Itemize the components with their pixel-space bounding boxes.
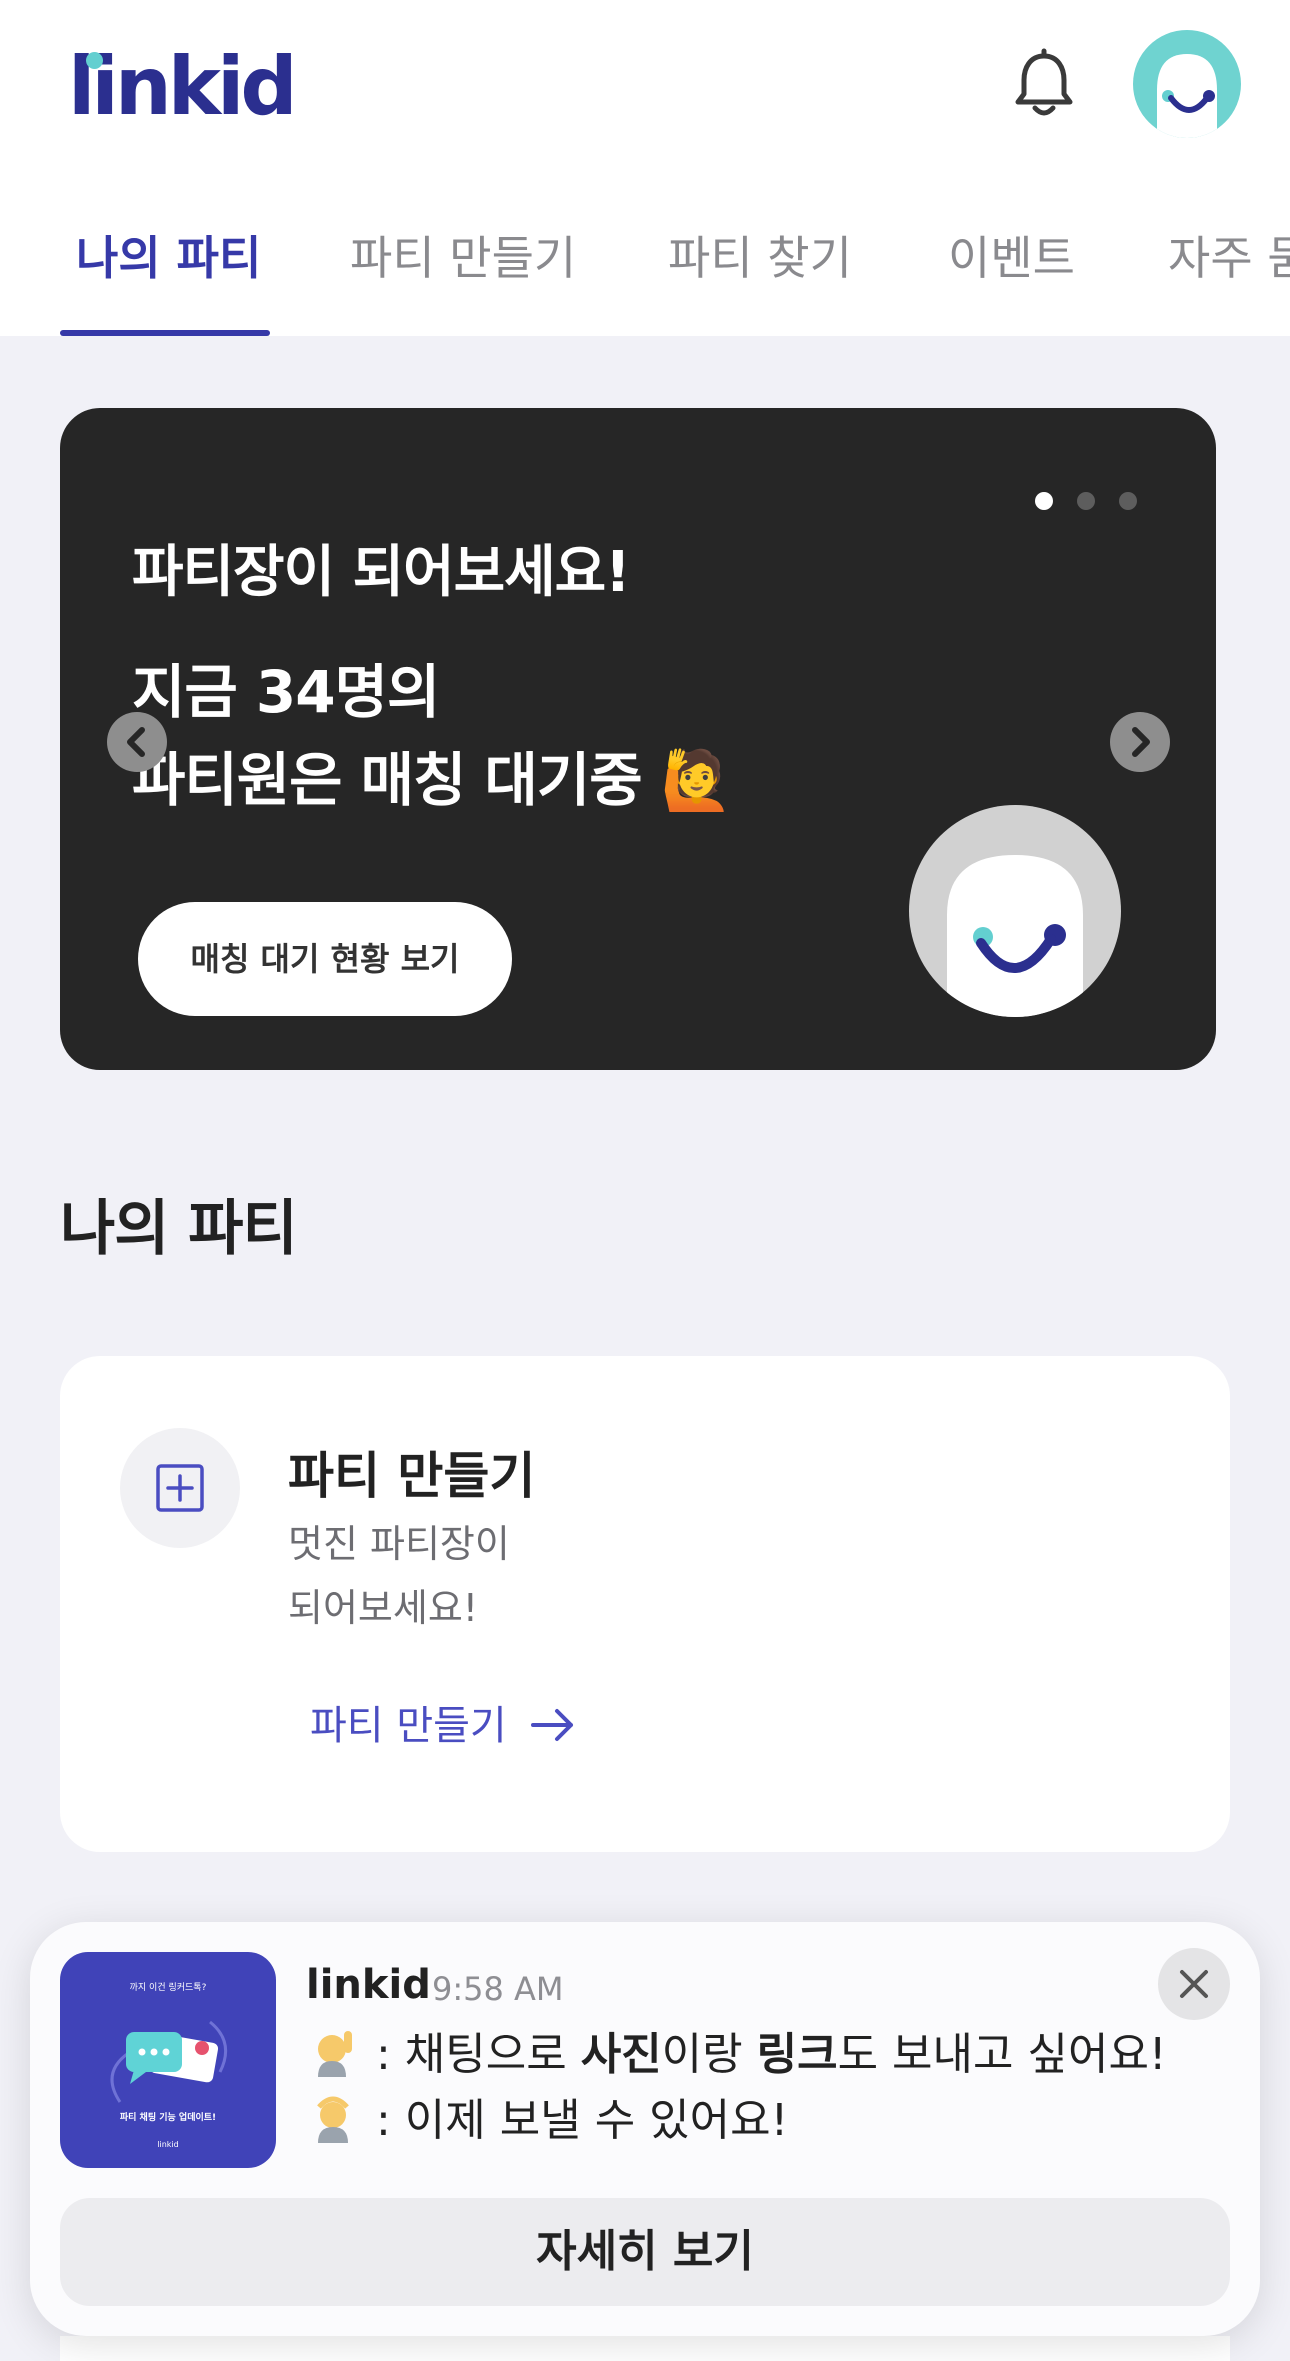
carousel-dot-active[interactable] [1035, 492, 1053, 510]
close-icon [1180, 1970, 1208, 1998]
mascot-icon [1157, 54, 1217, 138]
tab-find-party[interactable]: 파티 찾기 [668, 228, 852, 288]
ok-gesture-emoji-icon [317, 2096, 349, 2143]
banner-title: 파티장이 되어보세요! [132, 540, 631, 605]
raising-hand-emoji-icon [318, 2031, 352, 2077]
arrow-right-icon [531, 1709, 574, 1741]
chevron-left-icon [127, 727, 145, 757]
create-party-title: 파티 만들기 [288, 1447, 536, 1505]
message-text: 이랑 [661, 2029, 757, 2080]
notification-message-line: : 채팅으로 사진이랑 링크도 보내고 싶어요! [310, 2022, 1167, 2088]
carousel-dots [1035, 492, 1161, 514]
thumb-caption: 파티 채팅 기능 업데이트! [119, 2113, 217, 2123]
create-party-card[interactable]: 파티 만들기 멋진 파티장이 되어보세요! 파티 만들기 [60, 1356, 1230, 1852]
message-text: : 채팅으로 [362, 2029, 581, 2080]
close-notification-button[interactable] [1158, 1948, 1230, 2020]
create-party-link[interactable]: 파티 만들기 [310, 1696, 577, 1756]
promo-banner[interactable]: 파티장이 되어보세요! 지금 34명의 파티원은 매칭 대기중 🙋 매칭 대기 … [60, 408, 1216, 1070]
carousel-next-button[interactable] [1110, 712, 1170, 772]
banner-waiting-text: 파티원은 매칭 대기중 🙋 [132, 746, 733, 814]
message-text-bold: 사진 [580, 2029, 662, 2080]
create-party-desc-line: 되어보세요! [288, 1586, 479, 1630]
plus-square-icon [156, 1464, 204, 1512]
banner-mascot [909, 805, 1121, 1017]
carousel-dot[interactable] [1077, 492, 1095, 510]
next-card-peek [60, 2336, 1230, 2361]
mascot-icon [947, 855, 1083, 1017]
profile-avatar[interactable] [1133, 30, 1241, 138]
chat-bubble-icon [110, 2020, 228, 2103]
view-details-button[interactable]: 자세히 보기 [60, 2198, 1230, 2306]
banner-waiting-count: 지금 34명의 [132, 658, 440, 726]
create-party-link-label: 파티 만들기 [310, 1703, 507, 1749]
tab-events[interactable]: 이벤트 [948, 228, 1075, 288]
bell-icon[interactable] [1010, 48, 1078, 120]
tab-faq[interactable]: 자주 묻는 질문 [1168, 228, 1290, 288]
message-text: 도 보내고 싶어요! [837, 2029, 1167, 2080]
notification-time: 9:58 AM [432, 1970, 564, 2008]
push-notification[interactable]: 까지 이건 링커드톡? 파티 채팅 기능 업데이트! linkid linkid… [30, 1922, 1260, 2336]
plus-square-icon-wrapper [120, 1428, 240, 1548]
carousel-dot[interactable] [1119, 492, 1137, 510]
create-party-description: 멋진 파티장이 되어보세요! [288, 1512, 510, 1640]
notification-message-line: : 이제 보낼 수 있어요! [310, 2088, 788, 2154]
message-text-bold: 링크 [756, 2029, 838, 2080]
carousel-prev-button[interactable] [107, 712, 167, 772]
create-party-desc-line: 멋진 파티장이 [288, 1522, 510, 1566]
chevron-right-icon [1132, 727, 1150, 757]
tab-my-party[interactable]: 나의 파티 [76, 228, 261, 288]
message-text: : 이제 보낼 수 있어요! [362, 2095, 789, 2146]
active-tab-indicator [60, 330, 270, 336]
view-waiting-status-button[interactable]: 매칭 대기 현황 보기 [138, 902, 512, 1016]
logo-accent-dot [86, 52, 103, 69]
notification-app-name: linkid [306, 1962, 431, 2008]
tab-create-party[interactable]: 파티 만들기 [350, 228, 576, 288]
thumb-caption: linkid [157, 2140, 179, 2149]
app-header: linkid 나의 파티 파티 만들기 파티 찾기 이벤트 자주 묻는 질문 [0, 0, 1290, 336]
notification-thumbnail: 까지 이건 링커드톡? 파티 채팅 기능 업데이트! linkid [60, 1952, 276, 2168]
tab-bar: 나의 파티 파티 만들기 파티 찾기 이벤트 자주 묻는 질문 [0, 206, 1290, 336]
section-title-my-party: 나의 파티 [60, 1194, 298, 1264]
